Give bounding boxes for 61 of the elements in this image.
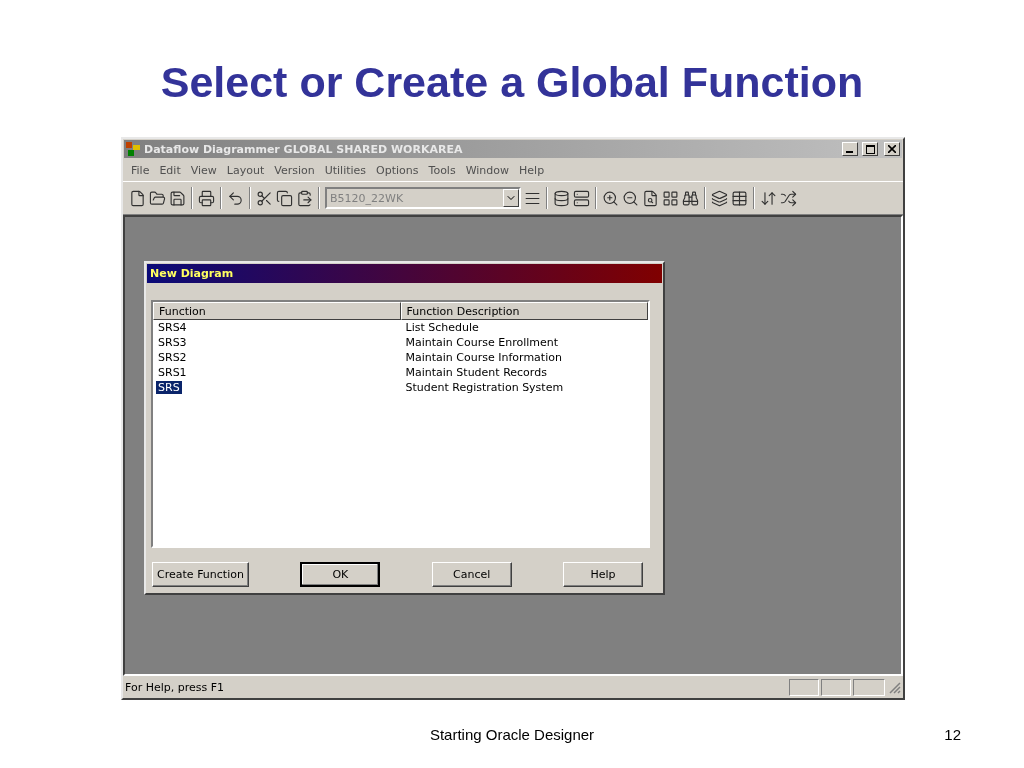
file-icon[interactable] bbox=[129, 189, 146, 207]
copy-icon[interactable] bbox=[276, 189, 293, 207]
binoculars-icon[interactable] bbox=[682, 189, 699, 207]
slide-title: Select or Create a Global Function bbox=[160, 57, 864, 108]
create-button[interactable]: Create Function bbox=[152, 562, 249, 587]
table-cell[interactable]: SRS2 bbox=[156, 351, 189, 364]
menu-item[interactable]: Version bbox=[270, 161, 319, 179]
table-cell[interactable]: Maintain Course Enrollment bbox=[403, 336, 561, 349]
status-pane bbox=[821, 678, 851, 696]
dialog-button[interactable]: Cancel bbox=[431, 562, 512, 587]
file-search-icon[interactable] bbox=[642, 189, 659, 207]
menu-item[interactable]: View bbox=[186, 161, 221, 179]
server-icon[interactable] bbox=[573, 189, 590, 207]
app-icon bbox=[126, 142, 140, 156]
table-icon[interactable] bbox=[731, 189, 748, 207]
dialog-title: New Diagram bbox=[150, 267, 234, 280]
status-pane bbox=[789, 678, 819, 696]
dialog-button[interactable]: Help bbox=[563, 562, 643, 587]
database-icon[interactable] bbox=[553, 189, 570, 207]
undo-icon[interactable] bbox=[227, 189, 244, 207]
menu-item[interactable]: File bbox=[127, 161, 154, 179]
zoom-out-icon[interactable] bbox=[622, 189, 639, 207]
page-number: 12 bbox=[944, 726, 961, 743]
minimize-button[interactable] bbox=[842, 142, 858, 156]
save-icon[interactable] bbox=[169, 189, 186, 207]
folder-icon[interactable] bbox=[149, 189, 166, 207]
table-cell[interactable]: SRS1 bbox=[156, 366, 189, 379]
menu-item[interactable]: Utilities bbox=[320, 161, 371, 179]
resize-grip-icon bbox=[887, 680, 901, 694]
close-icon bbox=[888, 145, 896, 153]
maximize-button[interactable] bbox=[862, 142, 878, 156]
dialog-button[interactable]: OK bbox=[300, 562, 381, 587]
table-cell[interactable]: List Schedule bbox=[403, 321, 481, 334]
table-cell[interactable]: SRS3 bbox=[156, 336, 189, 349]
arrows-icon[interactable] bbox=[760, 189, 777, 207]
layers-icon[interactable] bbox=[711, 189, 728, 207]
table-cell[interactable]: Maintain Course Information bbox=[403, 351, 564, 364]
column-header[interactable]: Function bbox=[153, 302, 401, 320]
window-title: Dataflow Diagrammer GLOBAL SHARED WORKAREA bbox=[144, 142, 464, 156]
grid-icon[interactable] bbox=[662, 189, 679, 207]
menu-item[interactable]: Tools bbox=[424, 161, 460, 179]
shuffle-icon[interactable] bbox=[780, 189, 797, 207]
table-cell[interactable]: SRS bbox=[156, 381, 182, 394]
paste-icon[interactable] bbox=[296, 189, 313, 207]
menu-item[interactable]: Help bbox=[515, 161, 549, 179]
slide-footer: Starting Oracle Designer bbox=[429, 726, 595, 746]
menu-item[interactable]: Options bbox=[372, 161, 423, 179]
status-text: For Help, press F1 bbox=[125, 680, 226, 694]
status-pane bbox=[853, 678, 885, 696]
maximize-icon bbox=[865, 144, 875, 154]
menu-item[interactable]: Edit bbox=[155, 161, 185, 179]
table-cell[interactable]: Student Registration System bbox=[403, 381, 566, 394]
close-button[interactable] bbox=[884, 142, 900, 156]
printer-icon[interactable] bbox=[198, 189, 215, 207]
table-cell[interactable]: SRS4 bbox=[156, 321, 189, 334]
menu-item[interactable]: Layout bbox=[222, 161, 269, 179]
table-cell[interactable]: Maintain Student Records bbox=[403, 366, 549, 379]
zoom-in-icon[interactable] bbox=[602, 189, 619, 207]
column-header[interactable]: Function Description bbox=[400, 302, 648, 320]
cut-icon[interactable] bbox=[256, 189, 273, 207]
menu-item[interactable]: Window bbox=[461, 161, 514, 179]
